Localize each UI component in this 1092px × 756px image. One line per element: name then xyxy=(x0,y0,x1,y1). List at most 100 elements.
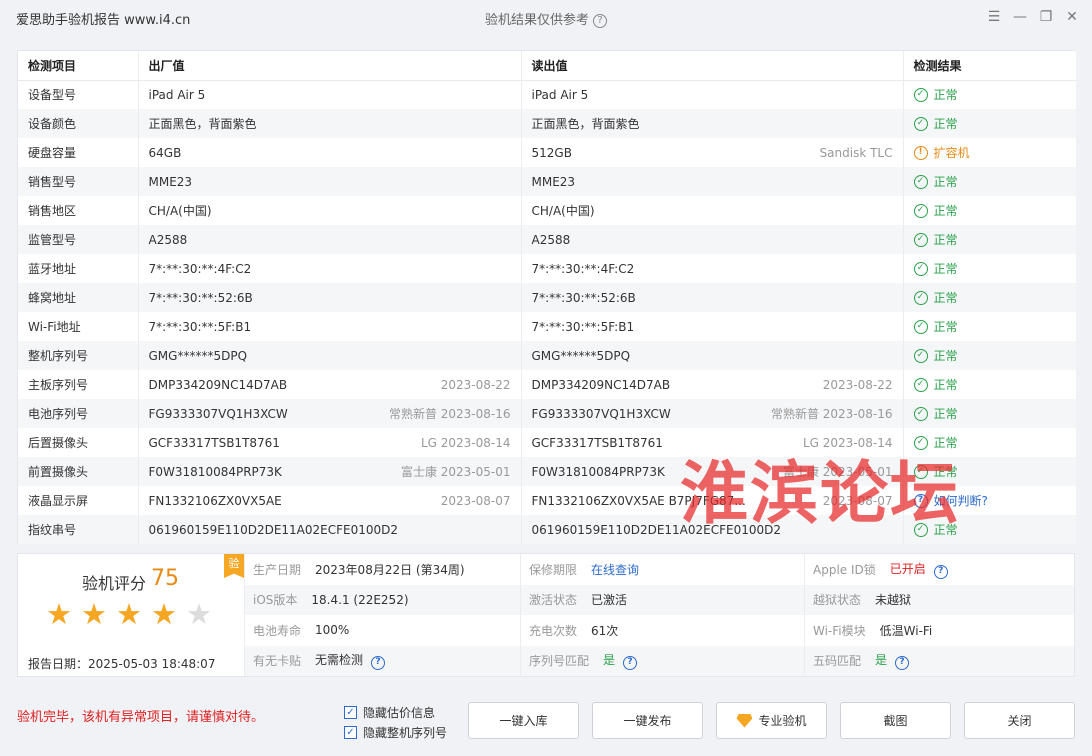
result-text: 正常 xyxy=(933,175,958,189)
screenshot-button[interactable]: 截图 xyxy=(840,702,951,739)
read-cell: GCF33317TSB1T8761 LG 2023-08-14 xyxy=(521,428,904,457)
button-label: 一键入库 xyxy=(499,714,548,728)
item-name: 蜂窝地址 xyxy=(18,283,139,312)
button-label: 一键发布 xyxy=(623,714,672,728)
summary-label: 五码匹配 xyxy=(813,654,862,669)
minimize-icon[interactable]: — xyxy=(1010,7,1030,27)
factory-value: FN1332106ZX0VX5AE xyxy=(148,493,282,508)
import-button[interactable]: 一键入库 xyxy=(468,702,579,739)
read-cell: A2588 xyxy=(521,225,904,254)
summary-value-wrap: 18.4.1 (22E252) xyxy=(311,593,408,607)
result-cell: ✓ 正常 xyxy=(903,167,1076,196)
item-name: 销售地区 xyxy=(18,196,139,225)
factory-cell: F0W31810084PRP73K 富士康 2023-05-01 xyxy=(138,457,522,486)
factory-note: 2023-08-07 xyxy=(440,493,511,508)
factory-value: DMP334209NC14D7AB xyxy=(148,377,288,392)
restore-icon[interactable]: ❐ xyxy=(1036,7,1056,27)
result-text: 正常 xyxy=(933,465,958,479)
publish-button[interactable]: 一键发布 xyxy=(592,702,703,739)
summary-label: 电池寿命 xyxy=(253,623,302,638)
read-cell: 正面黑色，背面紫色 xyxy=(521,109,904,138)
read-value: 512GB xyxy=(531,145,572,160)
hide-serial-checkbox[interactable]: ✓ 隐藏整机序列号 xyxy=(344,722,447,742)
warning-icon: ! xyxy=(913,145,928,160)
summary-value: 18.4.1 (22E252) xyxy=(311,592,409,607)
title-bar: 爱思助手验机报告 www.i4.cn 验机结果仅供参考? ☰ — ❐ ✕ xyxy=(0,0,1092,34)
result-cell: ✓ 正常 xyxy=(903,399,1076,428)
check-circle-icon: ✓ xyxy=(913,174,928,189)
read-value: GMG******5DPQ xyxy=(531,348,631,363)
table-header-row: 检测项目 出厂值 读出值 检测结果 xyxy=(18,51,1076,81)
read-value: CH/A(中国) xyxy=(531,204,595,218)
read-value: 7*:**:30:**:4F:C2 xyxy=(531,261,635,276)
summary-value: 已激活 xyxy=(591,593,628,608)
table-row: 硬盘容量 64GB 512GB Sandisk TLC! 扩容机 xyxy=(18,138,1076,167)
item-name: 液晶显示屏 xyxy=(18,486,139,515)
table-row: 蓝牙地址 7*:**:30:**:4F:C2 7*:**:30:**:4F:C2 ✓ 正… xyxy=(18,254,1076,283)
checkbox-checked-icon[interactable]: ✓ xyxy=(344,725,357,739)
table-row: 监管型号 A2588 A2588 ✓ 正常 xyxy=(18,225,1076,254)
factory-value: iPad Air 5 xyxy=(148,87,206,102)
summary-value: 100% xyxy=(315,623,350,638)
read-value: MME23 xyxy=(531,174,576,189)
center-title-text: 验机结果仅供参考 xyxy=(484,13,589,28)
close-button[interactable]: 关闭 xyxy=(964,702,1075,739)
read-value: iPad Air 5 xyxy=(531,87,589,102)
summary-value: 已开启 xyxy=(889,561,926,576)
result-text: 正常 xyxy=(933,117,958,131)
table-row: 后置摄像头 GCF33317TSB1T8761 LG 2023-08-14 GCF33… xyxy=(18,428,1076,457)
check-circle-icon: ✓ xyxy=(913,203,928,218)
help-icon[interactable]: ? xyxy=(371,656,386,671)
result-cell[interactable]: ? 如何判断? xyxy=(903,486,1076,515)
report-date: 报告日期：2025-05-03 18:48:07 xyxy=(28,657,216,671)
factory-cell: FN1332106ZX0VX5AE 2023-08-07 xyxy=(138,486,522,515)
summary-value-wrap: 无需检测? xyxy=(315,651,386,671)
checkbox-label: 隐藏整机序列号 xyxy=(363,725,448,740)
factory-value: CH/A(中国) xyxy=(148,204,212,218)
read-cell: FG9333307VQ1H3XCW 常熟新普 2023-08-16 xyxy=(521,399,904,428)
summary-value: 未越狱 xyxy=(875,593,912,608)
table-row: 指纹串号 061960159E110D2DE11A02ECFE0100D2 0619… xyxy=(18,515,1076,544)
summary-value[interactable]: 在线查询 xyxy=(591,563,639,577)
factory-cell: A2588 xyxy=(138,225,522,254)
factory-value: 正面黑色，背面紫色 xyxy=(148,117,257,131)
summary-grid: 生产日期 2023年08月22日 (第34周) 保修期限 在线查询 Apple ID锁已… xyxy=(245,554,1074,676)
help-icon[interactable]: ? xyxy=(895,656,910,671)
summary-value-wrap: 100% xyxy=(315,623,349,637)
result-cell: ✓ 正常 xyxy=(903,254,1076,283)
pro-check-button[interactable]: 专业验机 xyxy=(716,702,827,739)
table-row: 设备型号 iPad Air 5 iPad Air 5 ✓ 正常 xyxy=(18,80,1076,109)
summary-cell: 保修期限 在线查询 xyxy=(521,554,805,585)
factory-value: MME23 xyxy=(148,174,193,189)
header-result: 检测结果 xyxy=(903,51,1076,81)
help-icon[interactable]: ? xyxy=(933,564,948,579)
factory-cell: GCF33317TSB1T8761 LG 2023-08-14 xyxy=(138,428,522,457)
menu-icon[interactable]: ☰ xyxy=(984,7,1004,27)
table-row: 销售地区 CH/A(中国) CH/A(中国) ✓ 正常 xyxy=(18,196,1076,225)
result-text[interactable]: 如何判断? xyxy=(934,492,988,509)
help-icon[interactable]: ? xyxy=(593,14,607,28)
summary-cell: 激活状态 已激活 xyxy=(521,584,805,615)
table-row: 液晶显示屏 FN1332106ZX0VX5AE 2023-08-07 FN133210… xyxy=(18,486,1076,515)
factory-cell: 7*:**:30:**:5F:B1 xyxy=(138,312,522,341)
close-icon[interactable]: ✕ xyxy=(1062,7,1082,27)
star-rating: ★ ★ ★ ★ ★ xyxy=(46,600,212,629)
read-note: 2023-08-07 xyxy=(822,493,893,508)
star-empty-icon: ★ xyxy=(186,597,212,631)
summary-cell: 充电次数 61次 xyxy=(521,615,805,646)
inspection-table: 检测项目 出厂值 读出值 检测结果 设备型号 iPad Air 5 iPad Air… xyxy=(17,50,1076,544)
result-cell: ✓ 正常 xyxy=(903,341,1076,370)
hide-price-checkbox[interactable]: ✓ 隐藏估价信息 xyxy=(344,702,447,722)
checkbox-checked-icon[interactable]: ✓ xyxy=(344,705,357,719)
header-factory: 出厂值 xyxy=(138,51,522,81)
read-note: 2023-08-22 xyxy=(822,377,893,392)
summary-value-wrap: 在线查询 xyxy=(591,561,639,578)
read-cell: MME23 xyxy=(521,167,904,196)
read-cell: CH/A(中国) xyxy=(521,196,904,225)
result-text: 正常 xyxy=(933,378,958,392)
factory-value: GCF33317TSB1T8761 xyxy=(148,435,280,450)
factory-cell: MME23 xyxy=(138,167,522,196)
help-icon[interactable]: ? xyxy=(623,656,638,671)
read-cell: F0W31810084PRP73K 富士康 2023-05-01 xyxy=(521,457,904,486)
factory-cell: iPad Air 5 xyxy=(138,80,522,109)
